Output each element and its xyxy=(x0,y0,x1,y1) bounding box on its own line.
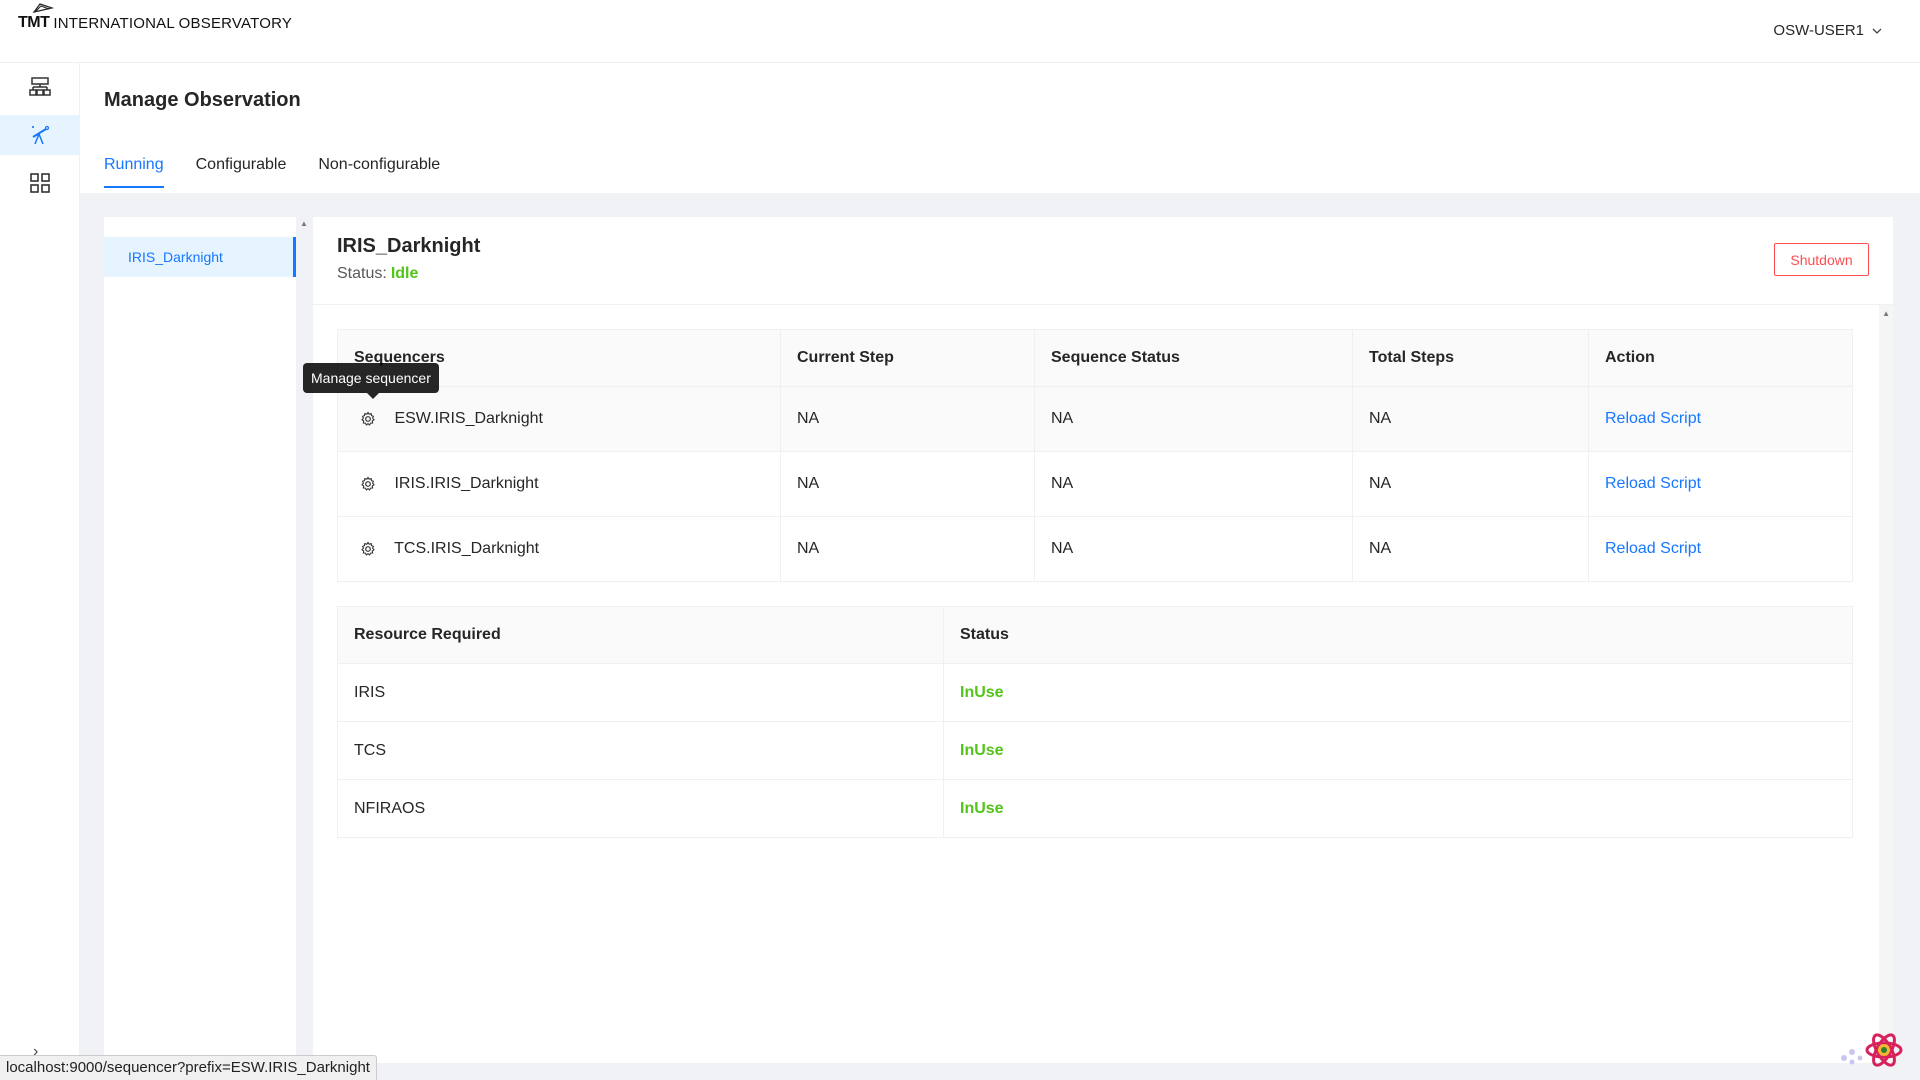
telescope-icon xyxy=(31,125,49,145)
hierarchy-icon xyxy=(28,77,51,96)
observation-detail-panel: IRIS_Darknight Status: Idle Shutdown Sequ… xyxy=(313,217,1893,1063)
column-header: Action xyxy=(1588,329,1853,387)
user-menu[interactable]: OSW-USER1 xyxy=(1773,22,1882,39)
observation-title: IRIS_Darknight xyxy=(337,235,481,257)
resource-status: InUse xyxy=(960,741,1004,759)
detail-header: IRIS_Darknight Status: Idle Shutdown xyxy=(313,217,1893,305)
nav-item-resources[interactable] xyxy=(0,163,79,203)
logo-mark-text: TMT xyxy=(18,14,50,31)
logo-text: INTERNATIONAL OBSERVATORY xyxy=(53,15,293,32)
app-header: TMT INTERNATIONAL OBSERVATORY OSW-USER1 xyxy=(0,0,1920,63)
table-row: IRIS.IRIS_Darknight NA NA NA Reload Scri… xyxy=(337,451,1853,517)
user-name: OSW-USER1 xyxy=(1773,22,1864,39)
total-steps: NA xyxy=(1352,451,1589,517)
tmt-logo[interactable]: TMT INTERNATIONAL OBSERVATORY xyxy=(18,3,293,32)
page-header: Manage Observation Running Configurable … xyxy=(80,63,1920,193)
tab-configurable[interactable]: Configurable xyxy=(196,156,287,188)
status-label: Status: xyxy=(337,265,387,282)
sequencers-table: Sequencers Current Step Sequence Status … xyxy=(337,329,1853,582)
resource-status: InUse xyxy=(960,799,1004,817)
status-value: Idle xyxy=(390,265,419,282)
observation-status: Status: Idle xyxy=(337,265,418,283)
dots-icon xyxy=(1841,1049,1863,1065)
table-row: TCS.IRIS_Darknight NA NA NA Reload Scrip… xyxy=(337,516,1853,582)
observation-item[interactable]: IRIS_Darknight xyxy=(104,237,296,277)
status-bar-url: localhost:9000/sequencer?prefix=ESW.IRIS… xyxy=(0,1055,377,1080)
resource-name: NFIRAOS xyxy=(337,779,944,838)
sequencer-name: ESW.IRIS_Darknight xyxy=(394,410,543,427)
sequencer-name: IRIS.IRIS_Darknight xyxy=(394,475,539,492)
page-title: Manage Observation xyxy=(104,89,301,111)
current-step: NA xyxy=(780,516,1035,582)
tab-running[interactable]: Running xyxy=(104,156,164,188)
resource-name: IRIS xyxy=(337,663,944,722)
sequence-status: NA xyxy=(1034,386,1353,452)
resources-table: Resource Required Status IRIS InUse TCS … xyxy=(337,606,1853,838)
column-header: Sequence Status xyxy=(1034,329,1353,387)
resource-status: InUse xyxy=(960,683,1004,701)
scroll-up-icon[interactable]: ▲ xyxy=(1882,309,1890,318)
left-nav-rail: › xyxy=(0,63,80,1080)
grid-icon xyxy=(29,173,50,193)
reload-script-link[interactable]: Reload Script xyxy=(1605,540,1701,557)
sequence-status: NA xyxy=(1034,451,1353,517)
react-query-devtools-icon[interactable] xyxy=(1864,1030,1904,1070)
logo-dome-icon xyxy=(32,3,54,13)
total-steps: NA xyxy=(1352,386,1589,452)
table-row: TCS InUse xyxy=(337,721,1853,780)
current-step: NA xyxy=(780,386,1035,452)
gear-icon[interactable] xyxy=(360,411,376,427)
total-steps: NA xyxy=(1352,516,1589,582)
reload-script-link[interactable]: Reload Script xyxy=(1605,410,1701,427)
sequencer-name: TCS.IRIS_Darknight xyxy=(394,540,540,557)
nav-item-infrastructure[interactable] xyxy=(0,67,79,107)
resource-name: TCS xyxy=(337,721,944,780)
current-step: NA xyxy=(780,451,1035,517)
reload-script-link[interactable]: Reload Script xyxy=(1605,475,1701,492)
manage-sequencer-tooltip: Manage sequencer xyxy=(303,363,439,399)
tab-bar: Running Configurable Non-configurable xyxy=(104,156,440,188)
table-row: NFIRAOS InUse xyxy=(337,779,1853,838)
nav-item-observations[interactable] xyxy=(0,115,79,155)
chevron-down-icon xyxy=(1872,28,1882,34)
shutdown-button[interactable]: Shutdown xyxy=(1774,243,1869,276)
gear-icon[interactable] xyxy=(360,476,376,492)
table-row: IRIS InUse xyxy=(337,663,1853,722)
tab-non-configurable[interactable]: Non-configurable xyxy=(318,156,440,188)
column-header: Current Step xyxy=(780,329,1035,387)
column-header: Resource Required xyxy=(337,606,944,664)
list-scrollbar[interactable] xyxy=(297,217,313,1063)
sequence-status: NA xyxy=(1034,516,1353,582)
column-header: Total Steps xyxy=(1352,329,1589,387)
column-header: Status xyxy=(943,606,1853,664)
observation-list: IRIS_Darknight xyxy=(104,217,296,1063)
panel-scrollbar[interactable] xyxy=(1879,305,1893,1063)
table-row: ESW.IRIS_Darknight NA NA NA Reload Scrip… xyxy=(337,386,1853,452)
gear-icon[interactable] xyxy=(360,541,376,557)
scroll-up-icon[interactable]: ▲ xyxy=(300,219,308,228)
